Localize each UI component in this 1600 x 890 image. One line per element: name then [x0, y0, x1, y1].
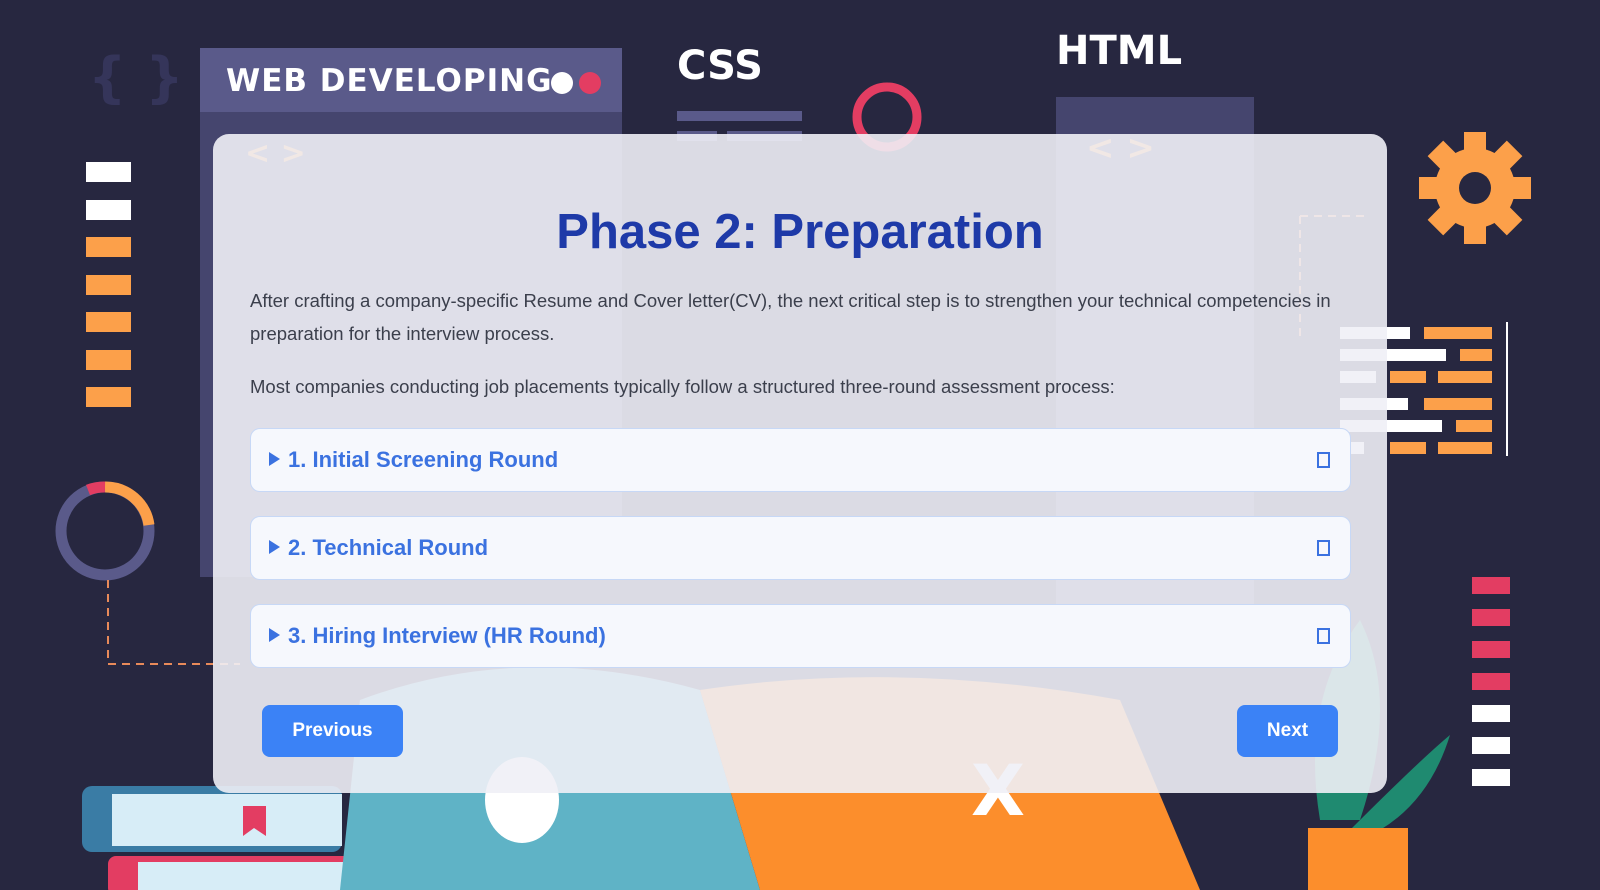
- previous-button[interactable]: Previous: [262, 705, 403, 757]
- accordion-round-2[interactable]: 2. Technical Round: [250, 516, 1351, 580]
- intro-paragraph: After crafting a company-specific Resume…: [250, 290, 1331, 344]
- books-decoration: [82, 786, 368, 890]
- triangle-right-icon: [269, 452, 280, 466]
- accordion-label: 1. Initial Screening Round: [288, 447, 559, 472]
- accordion-label: 2. Technical Round: [288, 535, 489, 560]
- square-outline-icon: [1317, 452, 1330, 468]
- web-developing-title: WEB DEVELOPING: [226, 63, 553, 99]
- triangle-right-icon: [269, 540, 280, 554]
- accordion-round-3[interactable]: 3. Hiring Interview (HR Round): [250, 604, 1351, 668]
- curly-braces-icon: { }: [88, 46, 184, 109]
- accordion-label: 3. Hiring Interview (HR Round): [288, 623, 606, 648]
- page-title: Phase 2: Preparation: [556, 205, 1044, 259]
- triangle-right-icon: [269, 628, 280, 642]
- left-bar-stack: [86, 162, 131, 407]
- html-heading: HTML: [1056, 28, 1183, 74]
- accordion-round-1[interactable]: 1. Initial Screening Round: [250, 428, 1351, 492]
- process-paragraph: Most companies conducting job placements…: [250, 376, 1115, 397]
- square-outline-icon: [1317, 540, 1330, 556]
- square-outline-icon: [1317, 628, 1330, 644]
- next-button[interactable]: Next: [1237, 705, 1338, 757]
- right-bar-stack: [1472, 577, 1510, 786]
- css-heading: CSS: [677, 43, 763, 89]
- preparation-card: Phase 2: Preparation After crafting a co…: [213, 134, 1387, 793]
